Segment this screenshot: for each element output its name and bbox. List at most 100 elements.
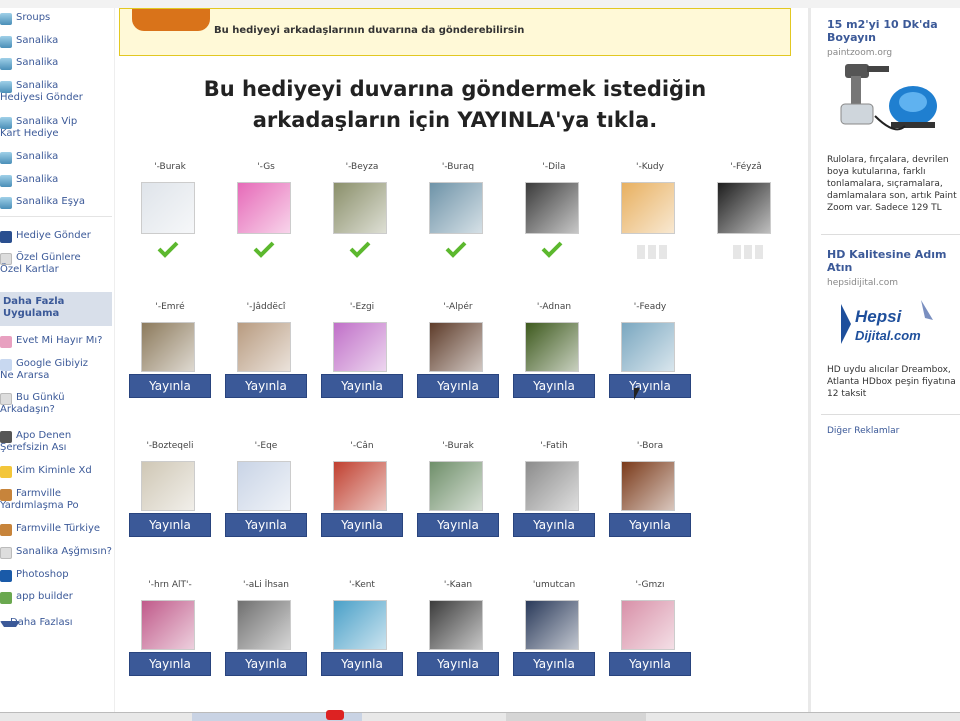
notification-badge[interactable] (326, 710, 344, 720)
yayinla-button[interactable]: Yayınla (609, 652, 691, 676)
sanalika-icon (0, 547, 12, 559)
pending-indicator (637, 244, 673, 259)
ad-url: hepsidijital.com (827, 278, 898, 288)
friend-card: '-Jâddëcî Yayınla (225, 302, 307, 432)
avatar (621, 461, 675, 511)
farmville-icon (0, 524, 12, 536)
ad-divider (821, 414, 960, 415)
sanalika-icon (0, 197, 12, 209)
friend-name: '-Kent (349, 580, 375, 590)
friend-card: '-Emré Yayınla (129, 302, 211, 432)
friend-card: 'umutcan Yayınla (513, 580, 595, 710)
main-content: Bu hediyeyi arkadaşlarının duvarına da g… (114, 8, 809, 712)
friend-card: '-Burak (129, 162, 211, 292)
friend-name: '-Adnan (536, 302, 572, 312)
friend-card: '-Bora Yayınla (609, 441, 691, 571)
sidebar-divider (0, 216, 112, 217)
avatar (333, 322, 387, 372)
yayinla-button[interactable]: Yayınla (609, 513, 691, 537)
yayinla-button[interactable]: Yayınla (609, 374, 691, 398)
avatar (429, 600, 483, 650)
yayinla-button[interactable]: Yayınla (225, 374, 307, 398)
ad-body: HD uydu alıcılar Dreambox, Atlanta HDbox… (827, 365, 956, 399)
notice-text: Bu hediyeyi arkadaşlarının duvarına da g… (214, 25, 525, 36)
friend-name: '-Burak (154, 162, 186, 172)
yayinla-button[interactable]: Yayınla (321, 652, 403, 676)
avatar (141, 322, 195, 372)
friend-name: '-Gmzı (635, 580, 665, 590)
avatar (429, 182, 483, 234)
mouse-cursor (634, 388, 640, 400)
checkmark-icon (253, 241, 275, 258)
pending-indicator (733, 244, 769, 259)
paint-sprayer-image[interactable] (835, 56, 941, 140)
yayinla-button[interactable]: Yayınla (417, 652, 499, 676)
sanalika-icon (0, 152, 12, 164)
avatar (333, 600, 387, 650)
left-sidebar: Sroups Sanalika Sanalika Sanalika Hediye… (0, 8, 114, 712)
avatar (333, 461, 387, 511)
avatar (525, 182, 579, 234)
avatar (525, 322, 579, 372)
yayinla-button[interactable]: Yayınla (129, 652, 211, 676)
friend-card: '-Fatih Yayınla (513, 441, 595, 571)
yayinla-button[interactable]: Yayınla (225, 513, 307, 537)
friend-card: '-Dila (513, 162, 595, 292)
ad-divider (821, 234, 960, 235)
friend-card: '-Buraq (417, 162, 499, 292)
avatar (141, 461, 195, 511)
yayinla-button[interactable]: Yayınla (321, 374, 403, 398)
friend-card: '-Eqe Yayınla (225, 441, 307, 571)
sanalika-icon (0, 58, 12, 70)
yayinla-button[interactable]: Yayınla (321, 513, 403, 537)
avatar (237, 600, 291, 650)
friend-name: '-Cân (350, 441, 374, 451)
friend-card: '-Cân Yayınla (321, 441, 403, 571)
yayinla-button[interactable]: Yayınla (513, 374, 595, 398)
friend-name: '-Féyzâ (730, 162, 762, 172)
avatar (621, 182, 675, 234)
yayinla-button[interactable]: Yayınla (513, 513, 595, 537)
sidebar-section-header[interactable]: Daha Fazla Uygulama (0, 292, 112, 326)
ad-title[interactable]: HD Kalitesine Adım Atın (827, 248, 957, 274)
friend-name: '-hrn AlT'- (148, 580, 192, 590)
avatar (237, 461, 291, 511)
friend-card: '-Kudy (609, 162, 691, 292)
groups-icon (0, 13, 12, 25)
friend-card: '-Gmzı Yayınla (609, 580, 691, 710)
avatar (141, 182, 195, 234)
friend-name: '-Bora (636, 441, 664, 451)
friend-card: '-Kent Yayınla (321, 580, 403, 710)
more-ads-link[interactable]: Diğer Reklamlar (827, 426, 899, 436)
ad-title[interactable]: 15 m2'yi 10 Dk'da Boyayın (827, 18, 957, 44)
yayinla-button[interactable]: Yayınla (129, 374, 211, 398)
gift-icon (0, 231, 12, 243)
friend-name: '-aLi İhsan (243, 580, 289, 590)
photoshop-icon (0, 570, 12, 582)
svg-text:Hepsi: Hepsi (855, 307, 903, 326)
friend-name: '-Gs (257, 162, 275, 172)
yayinla-button[interactable]: Yayınla (225, 652, 307, 676)
avatar (429, 461, 483, 511)
friend-name: '-Ezgi (349, 302, 375, 312)
friend-card: '-Feady Yayınla (609, 302, 691, 432)
notice-banner: Bu hediyeyi arkadaşlarının duvarına da g… (119, 8, 791, 56)
yes-no-icon (0, 336, 12, 348)
friend-card: '-hrn AlT'- Yayınla (129, 580, 211, 710)
friend-name: '-Bozteqeli (146, 441, 194, 451)
ad-body: Rulolara, fırçalara, devrilen boya kutul… (827, 155, 957, 213)
avatar (141, 600, 195, 650)
friend-card: '-Beyza (321, 162, 403, 292)
checkmark-icon (157, 241, 179, 258)
friend-card: '-Adnan Yayınla (513, 302, 595, 432)
friend-name: '-Feady (633, 302, 667, 312)
yayinla-button[interactable]: Yayınla (513, 652, 595, 676)
friend-name: '-Beyza (345, 162, 379, 172)
yayinla-button[interactable]: Yayınla (417, 513, 499, 537)
yayinla-button[interactable]: Yayınla (417, 374, 499, 398)
avatar (525, 461, 579, 511)
hepsidijital-logo[interactable]: Hepsi Dijital.com (837, 298, 941, 352)
yayinla-button[interactable]: Yayınla (129, 513, 211, 537)
friend-card: '-Féyzâ (705, 162, 787, 292)
avatar (621, 322, 675, 372)
